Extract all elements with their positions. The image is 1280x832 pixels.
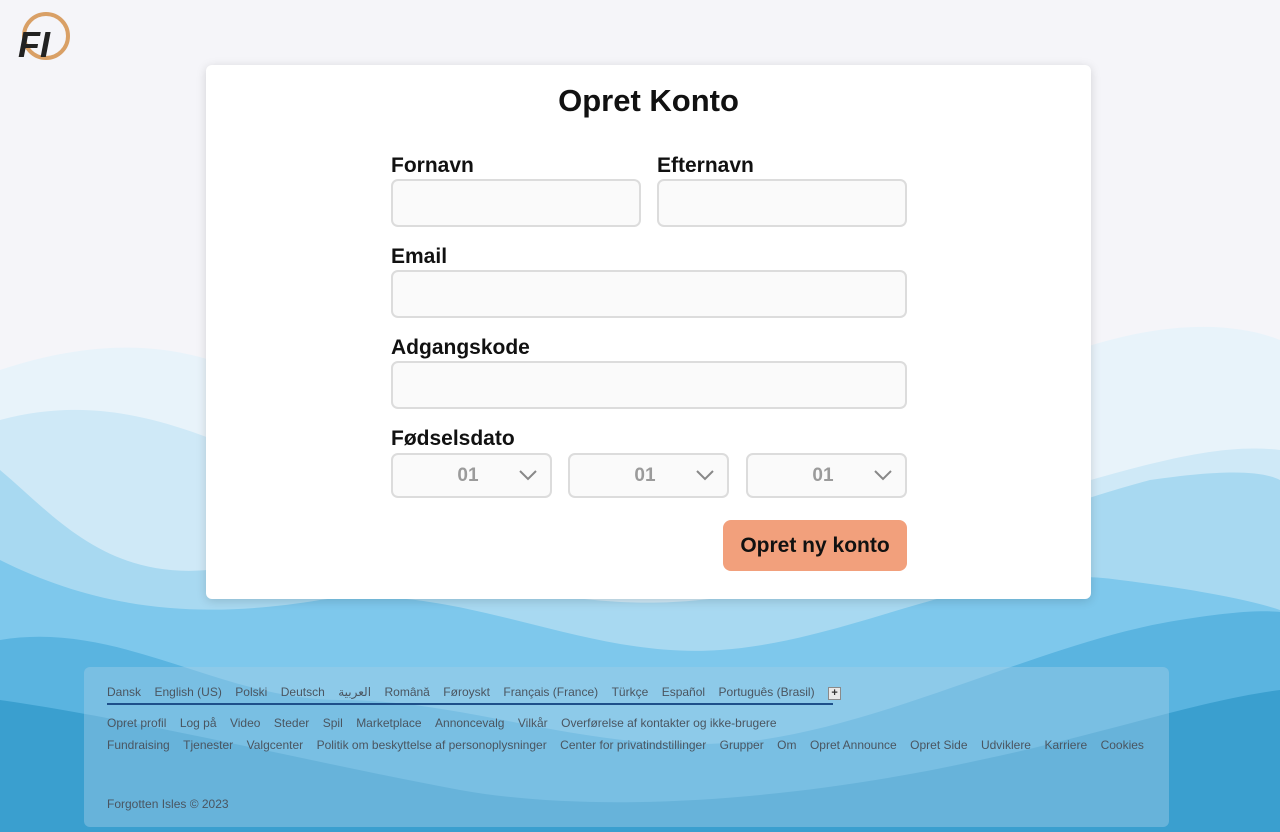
password-label: Adgangskode [391,336,530,359]
footer-link[interactable]: Grupper [720,738,764,752]
chevron-down-icon [874,470,892,481]
footer-link[interactable]: Fundraising [107,738,170,752]
page-title: Opret Konto [558,83,739,118]
footer-link[interactable]: Opret profil [107,716,166,730]
birthdate-label: Fødselsdato [391,427,515,450]
language-link[interactable]: Türkçe [612,685,649,699]
footer-link[interactable]: Annoncevalg [435,716,504,730]
language-link[interactable]: Polski [235,685,267,699]
footer-links-primary: Opret profil Log på Video Steder Spil Ma… [107,714,786,732]
email-label: Email [391,245,448,268]
footer-link[interactable]: Log på [180,716,217,730]
footer-link[interactable]: Opret Announce [810,738,897,752]
footer: Dansk English (US) Polski Deutsch العربي… [84,667,1169,827]
password-input[interactable] [391,361,907,409]
language-link[interactable]: Føroyskt [443,685,490,699]
footer-link[interactable]: Marketplace [356,716,421,730]
footer-link[interactable]: Udviklere [981,738,1031,752]
email-input[interactable] [391,270,907,318]
chevron-down-icon [696,470,714,481]
birth-month-select[interactable]: 01 [568,453,729,498]
footer-link[interactable]: Video [230,716,260,730]
language-list: Dansk English (US) Polski Deutsch العربي… [107,683,842,705]
footer-link[interactable]: Spil [323,716,343,730]
footer-link[interactable]: Vilkår [518,716,548,730]
first-name-input[interactable] [391,179,641,227]
first-name-label: Fornavn [391,154,474,177]
language-link[interactable]: Română [384,685,429,699]
last-name-input[interactable] [657,179,907,227]
last-name-label: Efternavn [657,154,754,177]
language-link[interactable]: Français (France) [503,685,598,699]
footer-links-secondary: Fundraising Tjenester Valgcenter Politik… [107,736,1153,754]
chevron-down-icon [519,470,537,481]
language-link[interactable]: Dansk [107,685,141,699]
footer-link[interactable]: Opret Side [910,738,967,752]
language-link[interactable]: English (US) [154,685,221,699]
language-link[interactable]: العربية [338,685,371,699]
footer-link[interactable]: Politik om beskyttelse af personoplysnin… [317,738,547,752]
svg-text:FI: FI [18,24,51,62]
footer-link[interactable]: Valgcenter [247,738,303,752]
footer-link[interactable]: Tjenester [183,738,233,752]
copyright-text: Forgotten Isles © 2023 [107,797,229,811]
footer-link[interactable]: Overførelse af kontakter og ikke-brugere [561,716,776,730]
footer-link[interactable]: Om [777,738,796,752]
footer-link[interactable]: Cookies [1101,738,1144,752]
signup-card: Opret Konto Fornavn Efternavn Email Adga… [206,65,1091,599]
footer-link[interactable]: Center for privatindstillinger [560,738,706,752]
language-link[interactable]: Deutsch [281,685,325,699]
birth-year-select[interactable]: 01 [746,453,907,498]
footer-link[interactable]: Karriere [1044,738,1087,752]
create-account-button[interactable]: Opret ny konto [723,520,907,571]
footer-link[interactable]: Steder [274,716,309,730]
language-link[interactable]: Português (Brasil) [719,685,815,699]
language-link[interactable]: Español [662,685,705,699]
more-languages-button[interactable]: + [828,687,842,700]
birth-day-select[interactable]: 01 [391,453,552,498]
brand-logo[interactable]: FI [16,12,72,62]
